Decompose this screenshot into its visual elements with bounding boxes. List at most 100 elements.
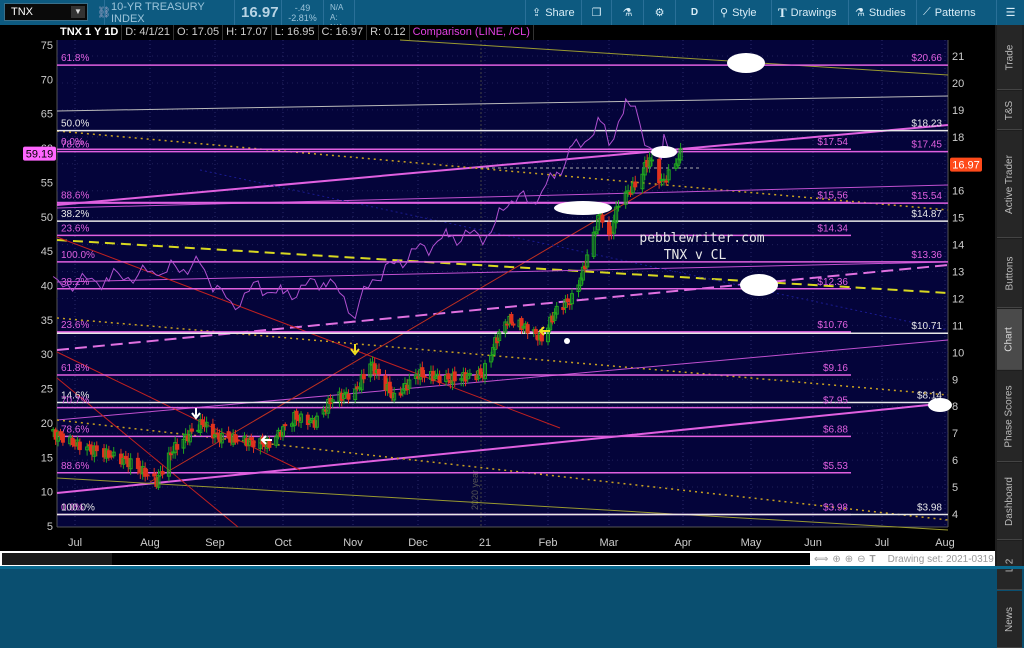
tab-label: Trade [1004,44,1016,70]
candle-body [509,313,514,324]
pan-icon[interactable]: ⟺ [814,554,828,565]
fib-pct-label: 38.2% [61,209,89,220]
tab-label: Active Trader [1004,154,1016,214]
sidebar-tab-chart[interactable]: Chart [997,309,1022,370]
candle-body [511,323,516,326]
fib-pct-label: 88.6% [61,461,89,472]
x-tick-label: Mar [600,537,619,549]
x-tick-label: May [741,537,762,549]
sidebar-tab-active-trader[interactable]: Active Trader [997,131,1022,238]
fib-price-label: $5.53 [823,461,848,472]
candle-body [361,373,366,380]
scrollbar-thumb[interactable] [2,553,112,565]
comparison-price-value: 59.19 [26,149,54,161]
left-tick-label: 35 [41,315,53,327]
right-tick-label: 19 [952,105,964,117]
sidebar-tab-phase-scores[interactable]: Phase Scores [997,371,1022,462]
left-tick-label: 5 [47,521,53,533]
fib-price-label: $15.54 [911,191,942,202]
candle-body [145,474,150,477]
tab-label: Chart [1003,326,1015,352]
right-tick-label: 21 [952,51,964,63]
right-tick-label: 6 [952,455,958,467]
text-tool-icon[interactable]: T [870,554,876,565]
candle-body [344,391,349,394]
x-tick-label: Aug [935,537,955,549]
x-tick-label: Jun [804,537,822,549]
candle-body [346,393,351,400]
marker-dot [564,338,570,344]
left-tick-label: 25 [41,384,53,396]
candle-body [94,445,99,452]
tab-label: Phase Scores [1004,384,1016,448]
right-tick-label: 12 [952,293,964,305]
fib-price-label: $17.45 [911,140,942,151]
sidebar-tab-news[interactable]: News [997,591,1022,648]
highlight-ellipse [554,201,612,215]
fib-pct-label: 61.8% [61,363,89,374]
candle-body [152,473,157,477]
candle-body [565,298,570,302]
left-tick-label: 10 [41,487,53,499]
candle-body [235,439,240,442]
right-sidebar: Trade T&S Active Trader Buttons Chart Phase S… [995,25,1024,648]
fib-price-label: $10.76 [817,320,848,331]
fib-pct-label: 78.6% [61,424,89,435]
year-marker: 2020 year [470,470,480,510]
fib-pct-label: 100.0% [61,250,95,261]
x-tick-label: Feb [539,537,558,549]
drawing-set-label[interactable]: Drawing set: 2021-0319 [888,554,994,565]
tab-label: Buttons [1004,256,1016,290]
candle-body [251,440,256,448]
candle-body [649,159,654,162]
time-scrollbar[interactable] [2,553,810,565]
fib-pct-label: 23.6% [61,320,89,331]
fib-pct-label: 88.6% [61,191,89,202]
zoom-out-icon[interactable]: ⊖ [857,554,865,565]
x-tick-label: Sep [205,537,225,549]
left-tick-label: 65 [41,109,53,121]
sidebar-tab-dashboard[interactable]: Dashboard [997,463,1022,540]
left-tick-label: 40 [41,281,53,293]
x-tick-label: Jul [875,537,889,549]
candle-body [533,328,538,334]
tab-label: T&S [1003,100,1015,120]
fib-price-label: $10.71 [911,321,942,332]
candle-body [160,471,165,475]
candle-body [283,424,288,427]
candle-body [437,375,442,384]
x-tick-label: Apr [674,537,691,549]
highlight-ellipse [928,398,952,412]
right-tick-label: 16 [952,186,964,198]
x-tick-label: Aug [140,537,160,549]
candle-body [387,381,392,394]
left-tick-label: 45 [41,246,53,258]
right-tick-label: 18 [952,132,964,144]
candle-body [305,414,310,426]
right-tick-label: 10 [952,347,964,359]
zoom-in-icon[interactable]: ⊕ [845,554,853,565]
fib-price-label: $3.98 [917,503,942,514]
x-tick-label: Oct [274,537,291,549]
fib-price-label: $15.56 [817,191,848,202]
candle-body [175,444,180,450]
candle-body [422,375,427,378]
annotation-text: TNX v CL [664,248,727,263]
menu-icon[interactable]: ☰ [996,0,1024,25]
fib-pct-label: 70.7% [61,396,89,407]
left-tick-label: 15 [41,452,53,464]
sidebar-tab-buttons[interactable]: Buttons [997,239,1022,308]
fib-pct-label: 100.0% [61,503,95,514]
sidebar-tab-trade[interactable]: Trade [997,25,1022,90]
right-tick-label: 5 [952,482,958,494]
candle-body [189,428,194,432]
candle-body [377,368,381,375]
drawing-tools: ⟺ ⊕ ⊕ ⊖ T Drawing set: 2021-0319 [812,552,995,567]
crosshair-icon[interactable]: ⊕ [832,554,840,565]
annotation-text: pebblewriter.com [639,231,764,246]
sidebar-tab-t-s[interactable]: T&S [997,91,1022,130]
x-tick-label: 21 [479,537,491,549]
highlight-ellipse [651,146,677,158]
price-chart[interactable]: Jul Aug Sep Oct Nov Dec 21 Feb Mar Apr May Jun Jul Au… [0,0,995,551]
left-tick-label: 20 [41,418,53,430]
